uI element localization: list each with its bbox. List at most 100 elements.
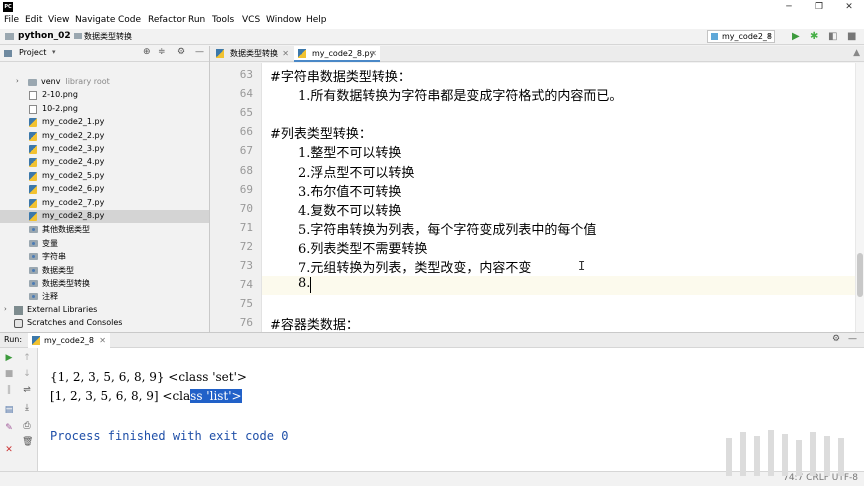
code-line: 4.复数不可以转换 [298,203,402,219]
close-icon[interactable]: ✕ [99,333,106,348]
line-number: 74 [239,278,253,292]
menu-help[interactable]: Help [306,15,327,25]
collapse-icon[interactable]: ≑ [158,47,166,57]
close-window-button[interactable]: ✕ [834,0,864,14]
tree-item[interactable]: 10-2.png [0,103,209,116]
run-tab-label: my_code2_8 [44,336,94,345]
menu-run[interactable]: Run [188,15,205,25]
stop-icon[interactable]: ■ [4,369,14,379]
run-config-select[interactable]: my_code2_8 ▾ [707,30,775,43]
tree-item-label: my_code2_2.py [42,130,105,140]
tab-my-code2-8[interactable]: my_code2_8.py ✕ [294,46,380,62]
tree-item[interactable]: my_code2_2.py [0,130,209,143]
tree-item[interactable]: my_code2_6.py [0,183,209,196]
tree-item[interactable]: my_code2_4.py [0,156,209,169]
tree-item[interactable]: my_code2_7.py [0,197,209,210]
tree-item[interactable]: 数据类型转换 [0,277,209,290]
scroll-indicator-icon: ▲ [853,48,860,58]
tree-item[interactable]: 注释 [0,290,209,303]
project-panel-title[interactable]: Project [19,48,46,57]
tree-item[interactable]: › External Libraries [0,304,209,317]
menu-tools[interactable]: Tools [212,15,234,25]
rerun-icon[interactable]: ▶ [4,353,14,363]
menu-edit[interactable]: Edit [25,15,42,25]
menu-view[interactable]: View [48,15,69,25]
breadcrumb-folder[interactable]: 数据类型转换 [84,31,132,42]
python-file-icon [216,49,224,58]
code-editor[interactable]: I 63 #字符串数据类型转换： 64 1.所有数据转换为字符串都是变成字符格式的内容… [210,63,864,332]
gear-icon[interactable]: ⚙ [177,47,185,57]
line-number: 64 [239,87,253,101]
tree-item[interactable]: my_code2_5.py [0,170,209,183]
code-line: #列表类型转换： [270,127,372,143]
package-icon [29,280,38,287]
minimize-button[interactable]: ─ [774,0,804,14]
close-icon[interactable]: ✕ [370,46,377,61]
code-line: 7.元组转换为列表，类型改变，内容不变 [298,261,532,276]
tree-item[interactable]: Scratches and Consoles [0,317,209,330]
editor-scroll-thumb[interactable] [857,253,863,297]
tree-item[interactable]: 字符串 [0,250,209,263]
trash-icon[interactable]: 🗑 [22,437,33,447]
tree-item-sublabel: library root [65,77,110,86]
tree-item-label: 10-2.png [42,103,78,113]
code-line: 2.浮点型不可以转换 [298,165,415,181]
run-button[interactable]: ▶ [792,31,800,43]
tree-item-label: 变量 [42,238,58,248]
chevron-down-icon[interactable]: ▾ [52,48,56,56]
chevron-right-icon[interactable]: › [16,77,19,85]
breadcrumb-project[interactable]: python_02 [18,31,71,41]
menu-file[interactable]: File [4,15,19,25]
tree-item[interactable]: 2-10.png [0,89,209,102]
breadcrumb-chevron-icon: › [66,31,70,41]
python-file-icon [29,145,37,154]
hide-icon[interactable]: — [848,334,857,344]
menu-vcs[interactable]: VCS [242,15,260,25]
python-file-icon [29,198,37,208]
print-icon[interactable]: ⎙ [22,421,32,431]
menu-window[interactable]: Window [266,15,302,25]
scratch-icon [14,319,23,329]
chevron-right-icon[interactable]: › [4,305,7,313]
console-output-line: [1, 2, 3, 5, 6, 8, 9] <class 'list'> [50,389,242,403]
coverage-button[interactable]: ◧ [828,31,837,43]
pin-tab-icon[interactable]: ✎ [4,423,14,433]
tree-item[interactable]: › venv library root [0,76,209,89]
navigation-bar: python_02 › 数据类型转换 my_code2_8 ▾ ▶ ✱ ◧ ■ [0,29,864,45]
menu-bar: File Edit View Navigate Code Refactor Ru… [0,14,864,29]
tree-item-label: 字符串 [42,252,66,262]
menu-navigate[interactable]: Navigate [75,15,115,25]
locate-icon[interactable]: ⊕ [143,47,151,57]
tree-item[interactable]: 其他数据类型 [0,223,209,236]
tree-item[interactable]: 数据类型 [0,264,209,277]
tree-item[interactable]: my_code2_8.py [0,210,209,223]
arrow-up-icon[interactable]: ↑ [22,353,32,363]
gear-icon[interactable]: ⚙ [832,334,840,344]
soft-wrap-icon[interactable]: ⇌ [22,385,32,395]
dump-threads-icon[interactable]: ▤ [4,405,14,415]
run-tab-my-code2-8[interactable]: my_code2_8 ✕ [28,333,110,348]
run-toolbar: ▶ ■ ‖ ▤ ✎ ✕ ↑ ↓ ⇌ ⤓ ⎙ 🗑 [0,348,38,471]
editor-tabs: 数据类型转换 ✕ my_code2_8.py ✕ ▲ [210,46,864,62]
python-file-icon [29,212,37,221]
selected-text: ss 'list'> [190,389,242,403]
debug-button[interactable]: ✱ [810,31,818,43]
close-icon[interactable]: ✕ [282,46,289,61]
package-icon [29,226,38,234]
tree-item[interactable]: 变量 [0,237,209,250]
stop-button[interactable]: ■ [847,31,856,43]
pause-icon[interactable]: ‖ [4,385,14,395]
tab-data-conversion[interactable]: 数据类型转换 ✕ [212,46,292,62]
code-line: 1.整型不可以转换 [298,146,402,162]
close-run-icon[interactable]: ✕ [4,445,14,455]
arrow-down-icon[interactable]: ↓ [22,369,32,379]
menu-code[interactable]: Code [118,15,141,25]
tree-item-label: 2-10.png [42,90,78,100]
scroll-to-end-icon[interactable]: ⤓ [22,403,32,413]
maximize-button[interactable]: ❐ [804,0,834,14]
tree-item[interactable]: my_code2_3.py [0,143,209,156]
tree-item[interactable]: my_code2_1.py [0,116,209,129]
menu-refactor[interactable]: Refactor [148,15,186,25]
hide-icon[interactable]: — [195,47,204,57]
run-config-label: my_code2_8 [722,32,772,41]
